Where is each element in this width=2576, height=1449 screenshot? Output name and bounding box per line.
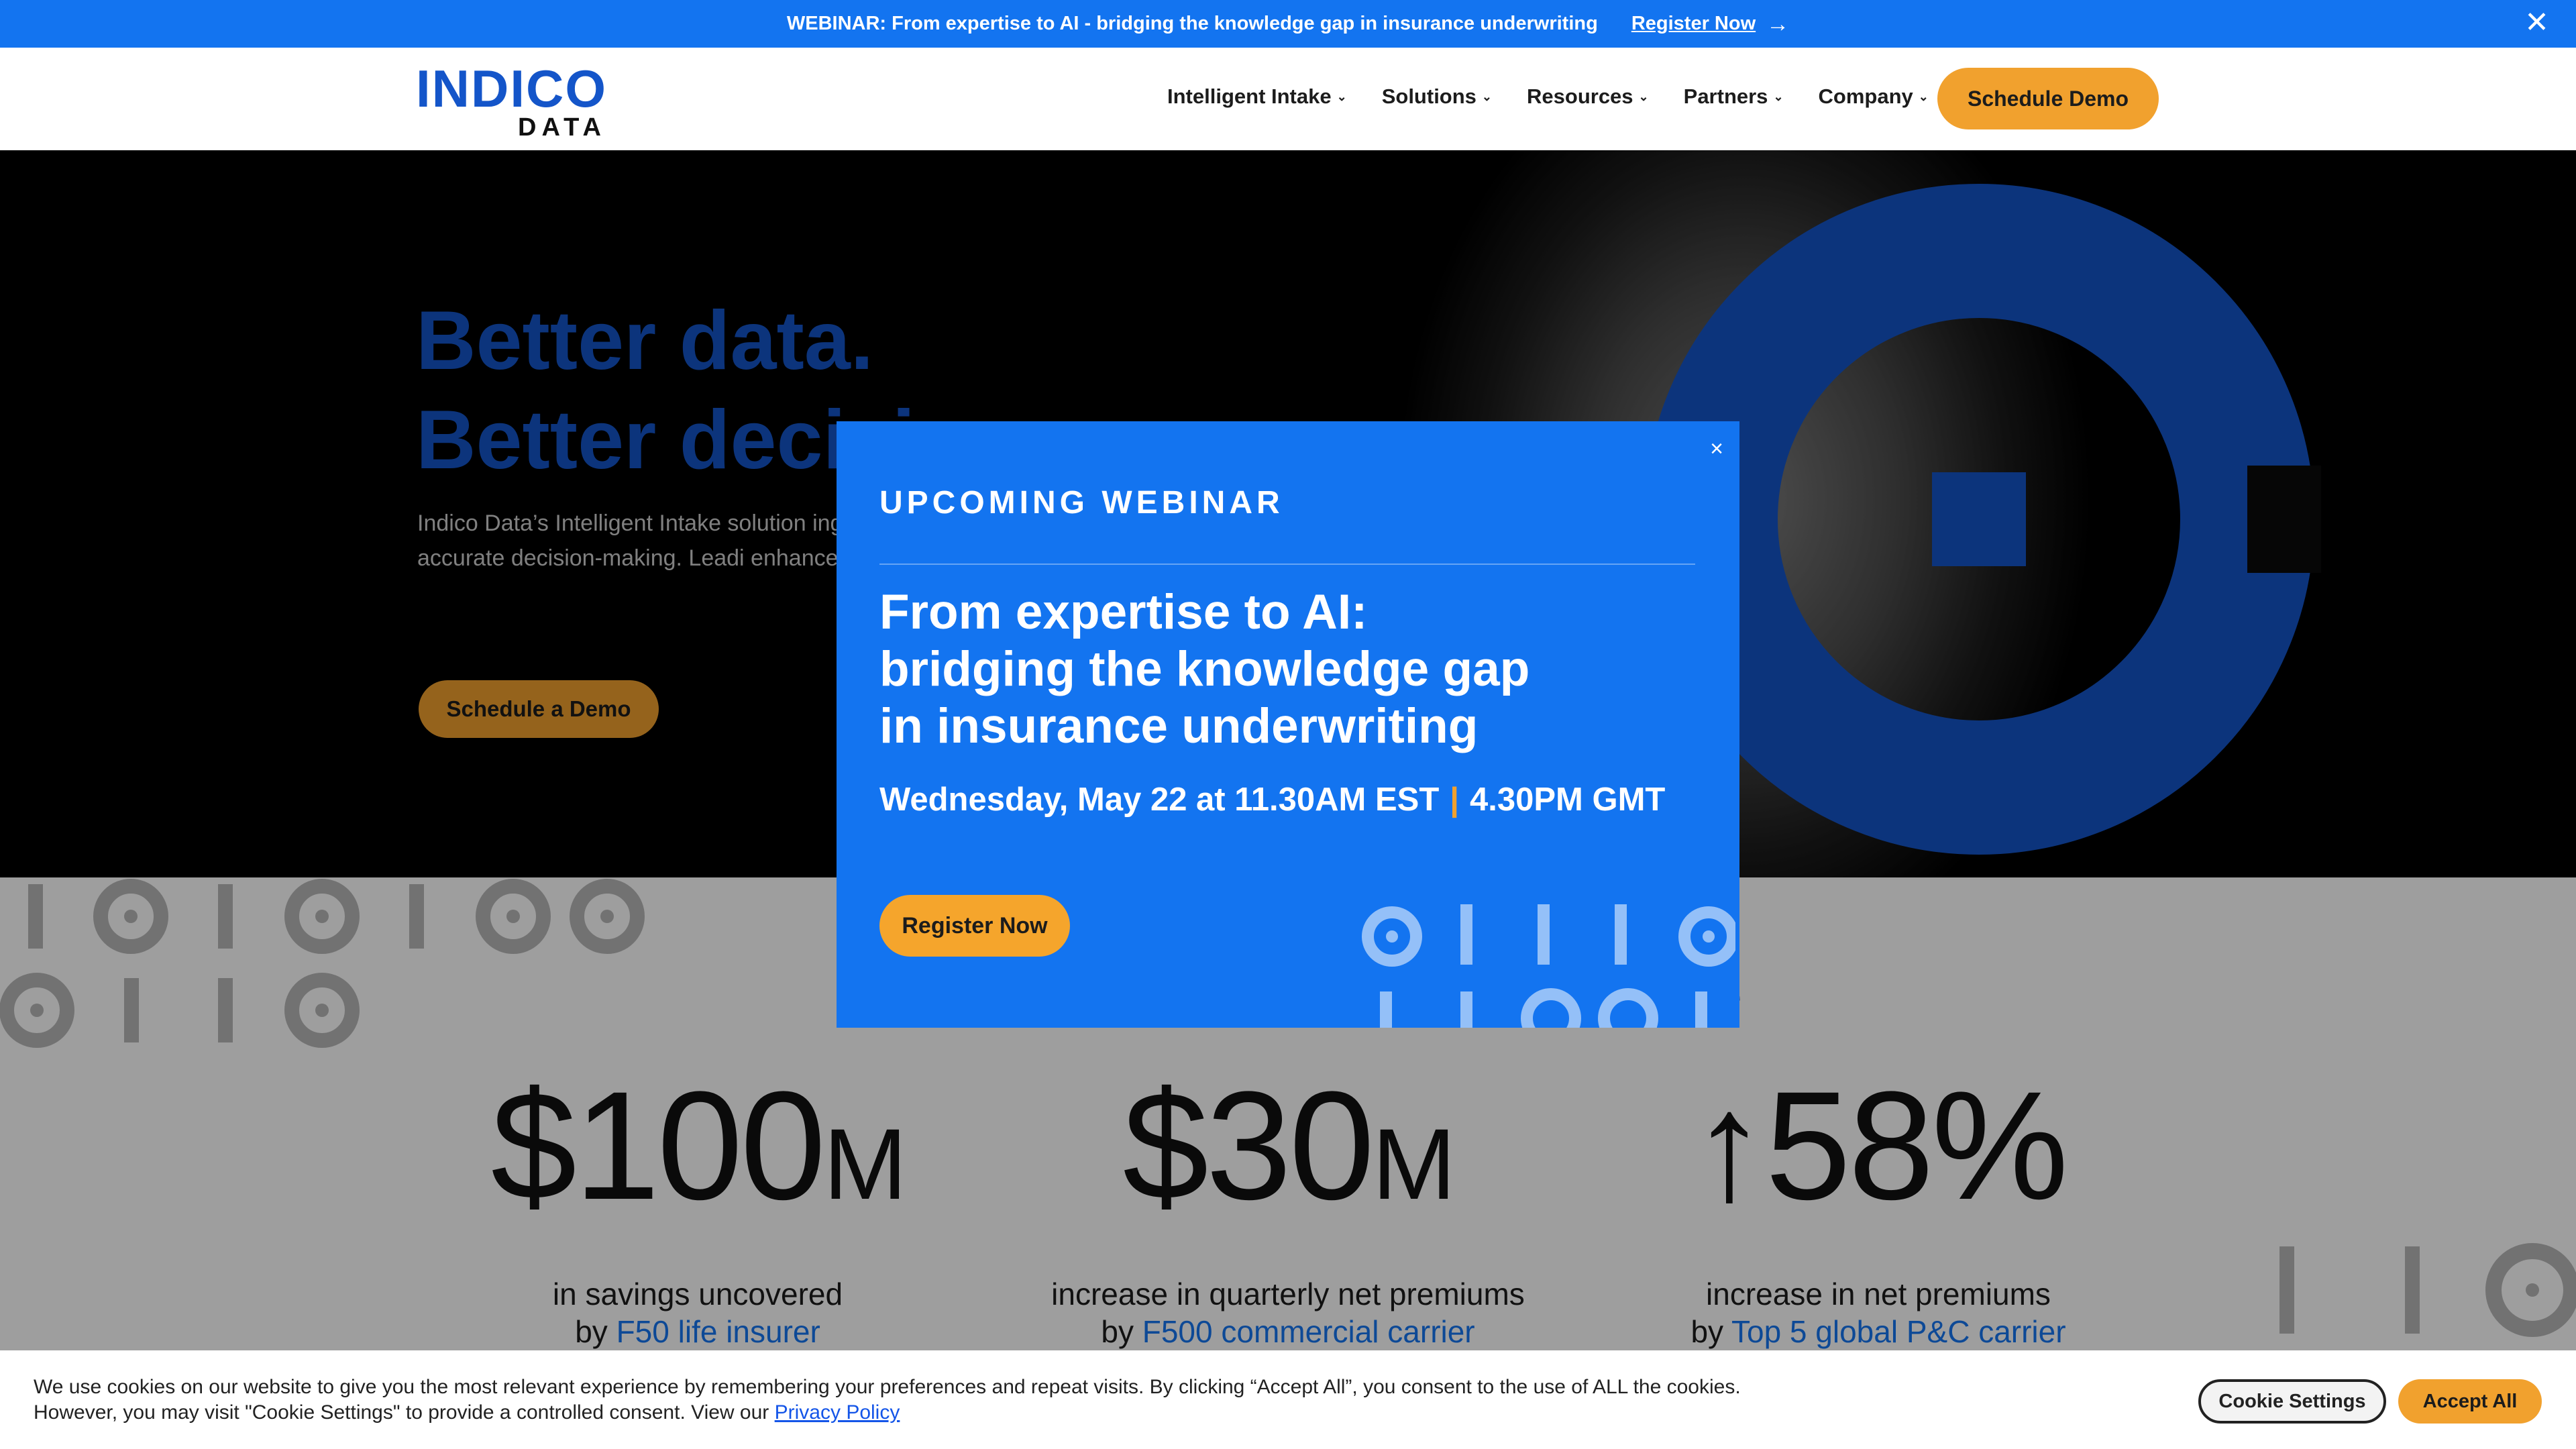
close-icon[interactable]: × (1710, 437, 1723, 460)
announcement-message: WEBINAR: From expertise to AI - bridging… (786, 13, 1598, 34)
nav-label: Company (1818, 85, 1913, 108)
main-nav: Intelligent Intake ⌄ Solutions ⌄ Resources… (1167, 85, 1929, 109)
webinar-date: Wednesday, May 22 at 11.30AM EST | 4.30PM … (879, 775, 1671, 824)
arrow-right-icon[interactable]: → (1766, 13, 1789, 36)
nav-item-solutions[interactable]: Solutions ⌄ (1382, 85, 1492, 109)
chevron-down-icon: ⌄ (1918, 89, 1929, 103)
chevron-down-icon: ⌄ (1773, 89, 1784, 103)
schedule-demo-button[interactable]: Schedule Demo (1937, 68, 2159, 129)
modal-eyebrow: UPCOMING WEBINAR (879, 485, 1284, 521)
close-icon[interactable]: ✕ (2524, 8, 2549, 38)
logo[interactable]: INDICO DATA (416, 59, 617, 140)
chevron-down-icon: ⌄ (1336, 89, 1347, 103)
webinar-date-gmt: 4.30PM GMT (1470, 782, 1666, 818)
privacy-policy-link[interactable]: Privacy Policy (775, 1401, 900, 1424)
nav-item-partners[interactable]: Partners ⌄ (1684, 85, 1784, 109)
accept-all-button[interactable]: Accept All (2398, 1379, 2542, 1424)
modal-title-line: in insurance underwriting (879, 699, 1479, 753)
nav-label: Solutions (1381, 85, 1477, 108)
logo-subtitle: DATA (518, 113, 606, 142)
nav-item-company[interactable]: Company ⌄ (1819, 85, 1929, 109)
announcement-bar: WEBINAR: From expertise to AI - bridging… (0, 0, 2576, 48)
nav-item-resources[interactable]: Resources ⌄ (1527, 85, 1649, 109)
modal-title-line: bridging the knowledge gap (879, 642, 1530, 696)
announcement-register-link[interactable]: Register Now (1631, 13, 1756, 35)
nav-label: Intelligent Intake (1167, 85, 1332, 108)
cookie-banner: We use cookies on our website to give yo… (0, 1350, 2576, 1449)
modal-title: From expertise to AI: bridging the knowl… (879, 584, 1671, 755)
chevron-down-icon: ⌄ (1638, 89, 1649, 103)
nav-item-intelligent-intake[interactable]: Intelligent Intake ⌄ (1167, 85, 1347, 109)
divider (879, 564, 1695, 565)
chevron-down-icon: ⌄ (1481, 89, 1493, 103)
nav-label: Partners (1683, 85, 1768, 108)
decorative-pattern (1362, 904, 1735, 1028)
nav-label: Resources (1527, 85, 1633, 108)
site-header: INDICO DATA Intelligent Intake ⌄ Solution… (0, 48, 2576, 150)
logo-wordmark: INDICO (416, 59, 607, 118)
date-separator: | (1450, 782, 1459, 818)
modal-title-line: From expertise to AI: (879, 585, 1368, 639)
webinar-modal: × UPCOMING WEBINAR From expertise to AI:… (837, 421, 1739, 1028)
cookie-text: We use cookies on our website to give yo… (34, 1375, 1805, 1426)
webinar-date-est: Wednesday, May 22 at 11.30AM EST (879, 782, 1440, 818)
cookie-settings-button[interactable]: Cookie Settings (2198, 1379, 2386, 1424)
register-now-button[interactable]: Register Now (879, 895, 1070, 957)
